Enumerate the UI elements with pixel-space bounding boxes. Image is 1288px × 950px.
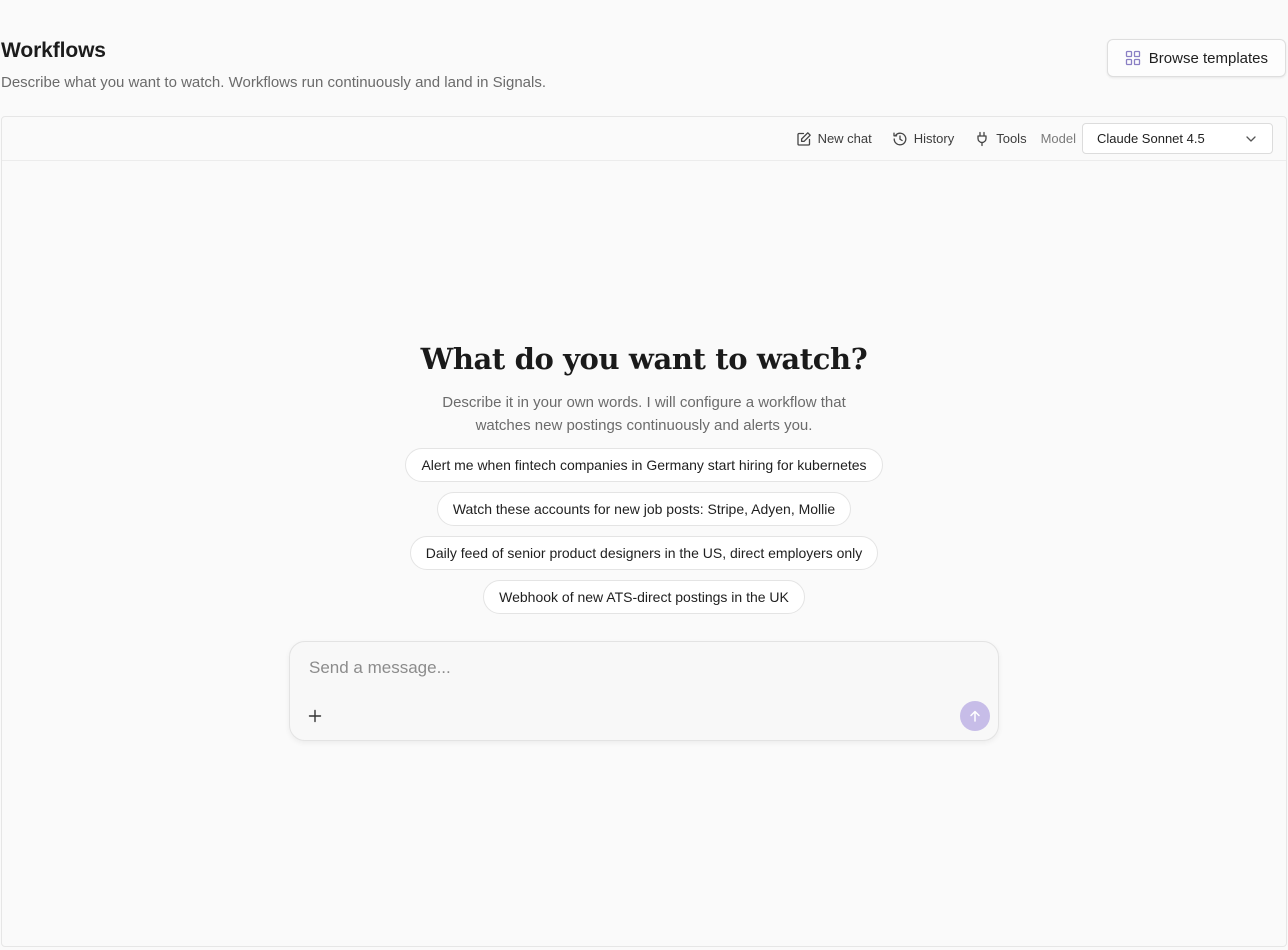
tools-button[interactable]: Tools — [964, 124, 1036, 154]
history-button[interactable]: History — [882, 124, 964, 154]
attach-button[interactable] — [305, 706, 325, 726]
suggestion-chip[interactable]: Alert me when fintech companies in Germa… — [405, 448, 883, 482]
empty-state-title: What do you want to watch? — [420, 342, 868, 376]
browse-templates-button[interactable]: Browse templates — [1106, 39, 1286, 77]
browse-templates-label: Browse templates — [1148, 49, 1268, 67]
chevron-down-icon — [1244, 132, 1258, 146]
send-button[interactable] — [960, 701, 990, 731]
workflows-page: Workflows Describe what you want to watc… — [0, 0, 1288, 950]
suggestion-chip[interactable]: Watch these accounts for new job posts: … — [436, 492, 852, 526]
message-composer — [289, 641, 999, 741]
tools-label: Tools — [996, 131, 1027, 146]
new-chat-button[interactable]: New chat — [786, 124, 882, 154]
empty-state-description: Describe it in your own words. I will co… — [442, 394, 846, 434]
suggestion-chip[interactable]: Daily feed of senior product designers i… — [409, 536, 879, 570]
model-label: Model — [1040, 131, 1076, 146]
plus-icon — [308, 709, 322, 723]
new-chat-label: New chat — [817, 131, 872, 146]
message-input[interactable] — [309, 656, 929, 680]
page-header: Workflows Describe what you want to watc… — [1, 38, 1288, 93]
chat-toolbar: New chat History Tools Model Claude Sonn… — [2, 117, 1286, 161]
arrow-up-icon — [968, 709, 982, 723]
chat-panel: New chat History Tools Model Claude Sonn… — [1, 116, 1287, 947]
plug-icon — [974, 131, 990, 147]
model-select-value: Claude Sonnet 4.5 — [1097, 131, 1205, 146]
suggestion-chip[interactable]: Webhook of new ATS-direct postings in th… — [483, 580, 805, 614]
edit-square-icon — [796, 131, 812, 147]
model-select[interactable]: Claude Sonnet 4.5 — [1082, 123, 1273, 154]
suggestion-list: Alert me when fintech companies in Germa… — [2, 448, 1286, 614]
page-title: Workflows — [1, 39, 106, 62]
grid-icon — [1125, 50, 1141, 66]
page-subtitle: Describe what you want to watch. Workflo… — [1, 74, 547, 91]
empty-state: What do you want to watch? Describe it i… — [2, 341, 1286, 437]
history-icon — [892, 131, 908, 147]
history-label: History — [913, 131, 955, 146]
